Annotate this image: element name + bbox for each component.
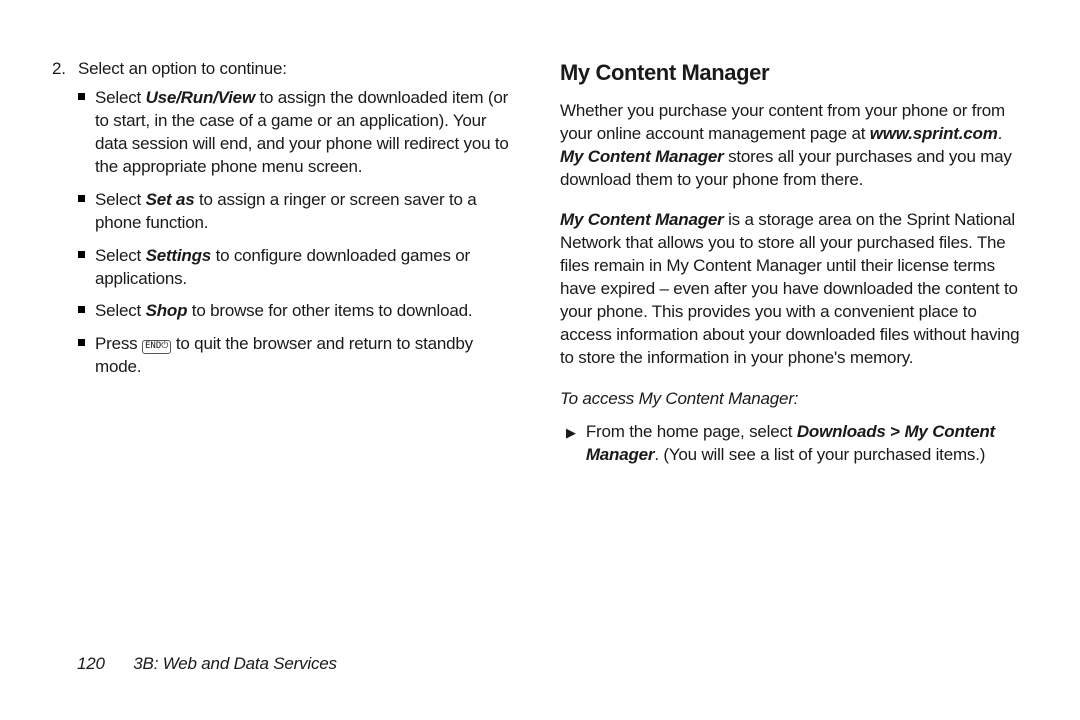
option-text: Press END⏻ to quit the browser and retur…	[95, 333, 520, 379]
square-bullet-icon	[78, 251, 85, 258]
page-footer: 120 3B: Web and Data Services	[77, 653, 337, 676]
step-2: 2. Select an option to continue:	[52, 58, 520, 81]
step-number: 2.	[52, 58, 70, 81]
option-settings: Select Settings to configure downloaded …	[78, 245, 520, 291]
option-use-run-view: Select Use/Run/View to assign the downlo…	[78, 87, 520, 179]
square-bullet-icon	[78, 93, 85, 100]
description-paragraph: My Content Manager is a storage area on …	[560, 209, 1028, 370]
option-text: Select Use/Run/View to assign the downlo…	[95, 87, 520, 179]
page-number: 120	[77, 653, 105, 676]
option-text: Select Set as to assign a ringer or scre…	[95, 189, 520, 235]
option-set-as: Select Set as to assign a ringer or scre…	[78, 189, 520, 235]
end-key-icon: END⏻	[142, 340, 171, 354]
access-step: ▶ From the home page, select Downloads >…	[566, 421, 1028, 467]
access-step-text: From the home page, select Downloads > M…	[586, 421, 1028, 467]
square-bullet-icon	[78, 195, 85, 202]
option-shop: Select Shop to browse for other items to…	[78, 300, 520, 323]
manual-page: 2. Select an option to continue: Select …	[0, 0, 1080, 467]
step-text: Select an option to continue:	[78, 58, 287, 81]
square-bullet-icon	[78, 306, 85, 313]
section-title: 3B: Web and Data Services	[133, 654, 337, 673]
intro-paragraph: Whether you purchase your content from y…	[560, 100, 1028, 192]
section-heading: My Content Manager	[560, 58, 1028, 88]
left-column: 2. Select an option to continue: Select …	[52, 58, 520, 467]
triangle-bullet-icon: ▶	[566, 424, 576, 467]
options-list: Select Use/Run/View to assign the downlo…	[78, 87, 520, 379]
option-press-end: Press END⏻ to quit the browser and retur…	[78, 333, 520, 379]
square-bullet-icon	[78, 339, 85, 346]
option-text: Select Shop to browse for other items to…	[95, 300, 472, 323]
right-column: My Content Manager Whether you purchase …	[560, 58, 1028, 467]
access-subheading: To access My Content Manager:	[560, 388, 1028, 411]
option-text: Select Settings to configure downloaded …	[95, 245, 520, 291]
